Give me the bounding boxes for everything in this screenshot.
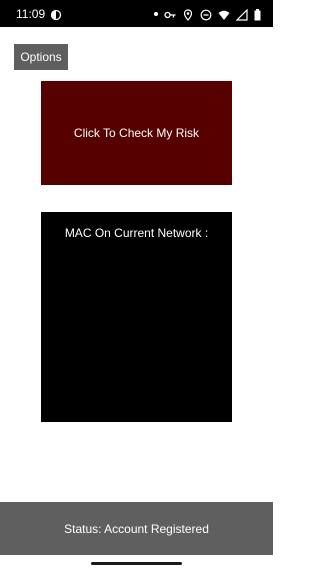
- do-not-disturb-moon-icon: [50, 8, 62, 21]
- system-navigation-bar: [0, 555, 273, 573]
- app-screen: 11:09 Options Click To Check My Risk MAC…: [0, 0, 273, 573]
- options-button[interactable]: Options: [14, 44, 68, 70]
- mac-address-panel: MAC On Current Network :: [41, 212, 232, 422]
- account-status-text: Status: Account Registered: [64, 521, 209, 536]
- status-icons: [154, 6, 261, 21]
- minus-circle-icon: [200, 8, 212, 20]
- battery-icon: [254, 8, 261, 20]
- check-risk-button[interactable]: Click To Check My Risk: [41, 81, 232, 185]
- status-time: 11:09: [16, 7, 46, 21]
- account-status-bar: Status: Account Registered: [0, 502, 273, 555]
- key-icon: [164, 8, 176, 20]
- check-risk-button-label: Click To Check My Risk: [73, 126, 200, 140]
- notification-dot-icon: [154, 11, 158, 16]
- location-pin-icon: [182, 8, 194, 21]
- mac-network-label: MAC On Current Network :: [64, 226, 209, 240]
- system-status-bar: 11:09: [0, 0, 273, 27]
- home-gesture-handle[interactable]: [91, 562, 182, 565]
- wifi-icon: [218, 8, 230, 20]
- signal-icon: [235, 8, 248, 21]
